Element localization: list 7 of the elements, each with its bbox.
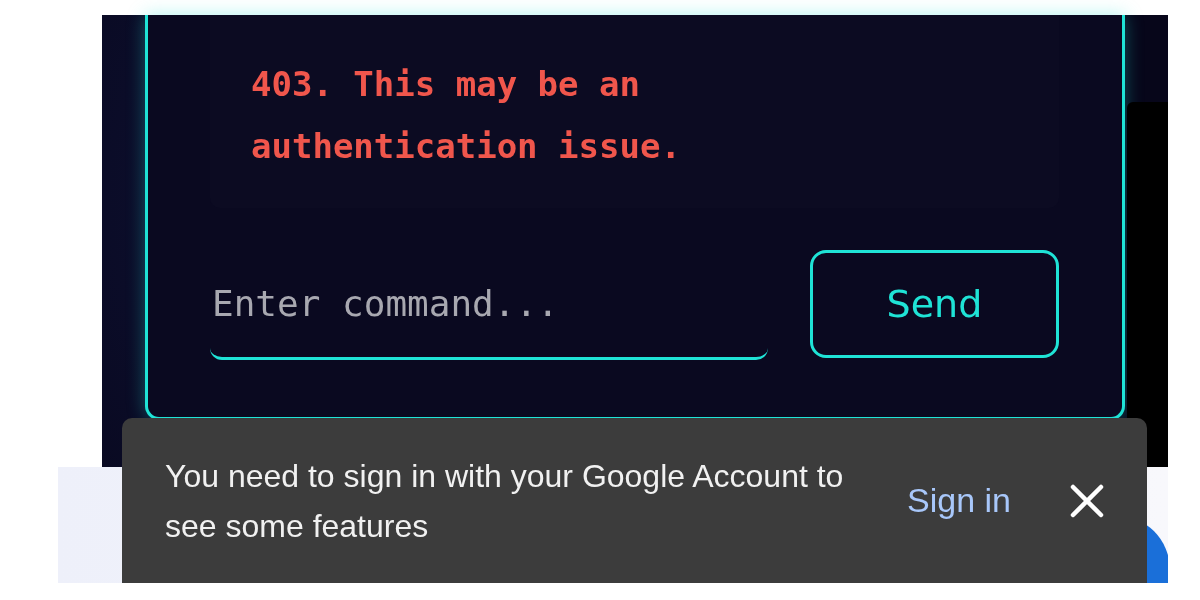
command-field[interactable]: Enter command... [210, 250, 768, 360]
close-button[interactable] [1069, 482, 1105, 519]
snackbar-message: You need to sign in with your Google Account to see some features [165, 456, 845, 546]
error-message: 403. This may be an authentication issue. [251, 63, 682, 168]
send-button[interactable]: Send [809, 250, 1059, 358]
close-icon [1069, 482, 1105, 519]
sign-in-button[interactable]: Sign in [901, 475, 1017, 526]
